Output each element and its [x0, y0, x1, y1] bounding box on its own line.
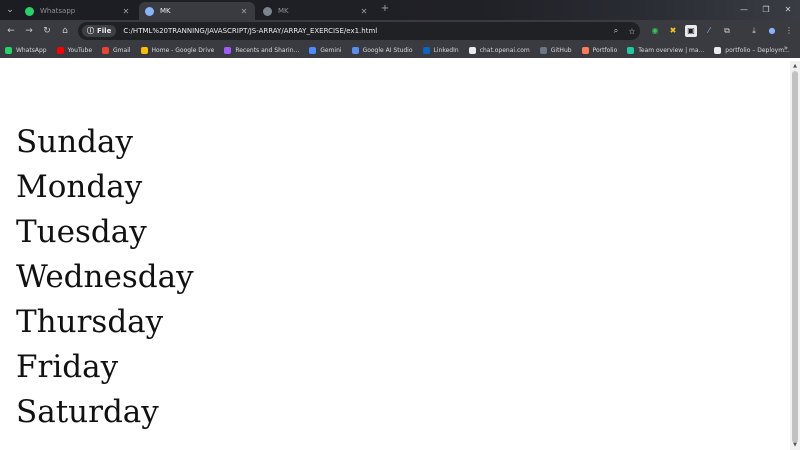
day-item: Saturday	[16, 394, 159, 430]
bookmark-label: Team overview | ma...	[638, 46, 705, 54]
bookmark-item[interactable]: Portfolio	[581, 46, 618, 54]
url-text[interactable]: C:/HTML%20TRANNING/JAVASCRIPT/JS-ARRAY/A…	[123, 27, 608, 35]
bookmark-label: portfolio – Deploym...	[725, 46, 790, 54]
extension-cross-icon[interactable]: ✖	[667, 25, 679, 37]
bookmark-star-icon[interactable]: ☆	[624, 27, 640, 36]
extension-eye-icon[interactable]: ◉	[649, 25, 661, 37]
bookmark-favicon-icon	[309, 46, 317, 54]
more-bookmarks-icon[interactable]: »	[784, 44, 788, 52]
day-item: Monday	[16, 169, 143, 205]
globe-icon	[263, 6, 272, 16]
vertical-scrollbar[interactable]: ▲ ▼	[790, 61, 800, 450]
close-tab-icon[interactable]: ✕	[239, 7, 249, 16]
page-content: Sunday Monday Tuesday Wednesday Thursday Frid…	[0, 61, 790, 450]
bookmark-item[interactable]: WhatsApp	[5, 46, 47, 54]
tab-mk-active[interactable]: MK ✕	[139, 2, 255, 20]
back-icon[interactable]: ←	[4, 24, 18, 38]
tab-whatsapp[interactable]: Whatsapp ✕	[19, 2, 137, 20]
bookmark-label: chat.openai.com	[479, 46, 530, 54]
bookmark-label: LinkedIn	[433, 46, 459, 54]
home-icon[interactable]: ⌂	[58, 24, 72, 38]
browser-toolbar: ← → ↻ ⌂ ⓘ File C:/HTML%20TRANNING/JAVASC…	[0, 20, 800, 42]
bookmark-favicon-icon	[224, 46, 232, 54]
bookmark-item[interactable]: Google AI Studio	[351, 46, 413, 54]
bookmark-favicon-icon	[5, 46, 12, 54]
profile-icon[interactable]: ●	[766, 25, 778, 37]
tab-title: Whatsapp	[40, 7, 76, 15]
bookmark-favicon-icon	[351, 46, 359, 54]
day-item: Friday	[16, 349, 119, 385]
bookmark-item[interactable]: chat.openai.com	[468, 46, 530, 54]
days-list: Sunday Monday Tuesday Wednesday Thursday Frid…	[16, 120, 194, 435]
bookmarks-bar: WhatsApp YouTube Gmail Home - Google Drive R…	[0, 42, 800, 58]
extension-pen-icon[interactable]: ⁄	[703, 25, 715, 37]
bookmark-label: Gmail	[113, 46, 131, 54]
globe-icon	[145, 6, 154, 16]
day-item: Tuesday	[16, 214, 147, 250]
reload-icon[interactable]: ↻	[40, 24, 54, 38]
zoom-icon[interactable]: ⌕	[608, 26, 624, 36]
day-item: Sunday	[16, 124, 134, 160]
bookmark-favicon-icon	[102, 46, 110, 54]
extension-box-icon[interactable]: ▣	[685, 25, 697, 37]
download-icon[interactable]: ⤓	[748, 25, 760, 37]
bookmark-label: GitHub	[550, 46, 572, 54]
day-item: Thursday	[16, 304, 164, 340]
bookmark-favicon-icon	[56, 46, 64, 54]
site-info-chip[interactable]: ⓘ File	[82, 25, 117, 37]
minimize-icon[interactable]: —	[737, 3, 751, 17]
bookmark-item[interactable]: Gemini	[309, 46, 342, 54]
bookmark-favicon-icon	[581, 46, 589, 54]
bookmark-favicon-icon	[422, 46, 430, 54]
tab-search-icon[interactable]: ⌄	[3, 3, 17, 17]
chip-label: File	[97, 27, 112, 35]
bookmark-item[interactable]: portfolio – Deploym...	[714, 46, 790, 54]
address-bar[interactable]: ⓘ File C:/HTML%20TRANNING/JAVASCRIPT/JS-…	[78, 22, 640, 40]
forward-icon[interactable]: →	[22, 24, 36, 38]
bookmark-item[interactable]: YouTube	[56, 46, 93, 54]
bookmark-label: YouTube	[67, 46, 93, 54]
tab-mk[interactable]: MK ✕	[257, 2, 375, 20]
new-tab-icon[interactable]: +	[379, 3, 391, 15]
bookmark-item[interactable]: Recents and Sharin...	[224, 46, 300, 54]
bookmark-favicon-icon	[468, 46, 476, 54]
restore-icon[interactable]: ❐	[759, 3, 773, 17]
bookmark-item[interactable]: Gmail	[102, 46, 131, 54]
close-tab-icon[interactable]: ✕	[359, 7, 369, 16]
tab-title: MK	[278, 7, 289, 15]
bookmark-item[interactable]: GitHub	[539, 46, 572, 54]
bookmark-item[interactable]: LinkedIn	[422, 46, 459, 54]
tab-title: MK	[160, 7, 171, 15]
close-tab-icon[interactable]: ✕	[121, 7, 131, 16]
extensions-puzzle-icon[interactable]: ⧉	[721, 25, 733, 37]
scroll-down-icon[interactable]: ▼	[792, 442, 798, 448]
bookmark-label: Recents and Sharin...	[235, 46, 300, 54]
scrollbar-thumb[interactable]	[792, 71, 798, 443]
menu-dots-icon[interactable]: ⋮	[783, 25, 795, 37]
bookmark-label: WhatsApp	[16, 46, 47, 54]
bookmark-label: Gemini	[320, 46, 342, 54]
day-item: Wednesday	[16, 259, 194, 295]
scroll-up-icon[interactable]: ▲	[792, 63, 798, 69]
bookmark-label: Portfolio	[592, 46, 618, 54]
bookmark-favicon-icon	[539, 46, 547, 54]
info-icon: ⓘ	[87, 27, 94, 35]
tab-strip: ⌄ Whatsapp ✕ MK ✕ MK ✕ + — ❐ ✕	[0, 0, 800, 20]
bookmark-item[interactable]: Team overview | ma...	[627, 46, 705, 54]
close-window-icon[interactable]: ✕	[781, 3, 795, 17]
bookmark-label: Home - Google Drive	[151, 46, 215, 54]
bookmark-label: Google AI Studio	[362, 46, 413, 54]
whatsapp-icon	[25, 6, 34, 16]
bookmark-favicon-icon	[714, 46, 722, 54]
bookmark-item[interactable]: Home - Google Drive	[140, 46, 215, 54]
bookmark-favicon-icon	[140, 46, 148, 54]
bookmark-favicon-icon	[627, 46, 635, 54]
